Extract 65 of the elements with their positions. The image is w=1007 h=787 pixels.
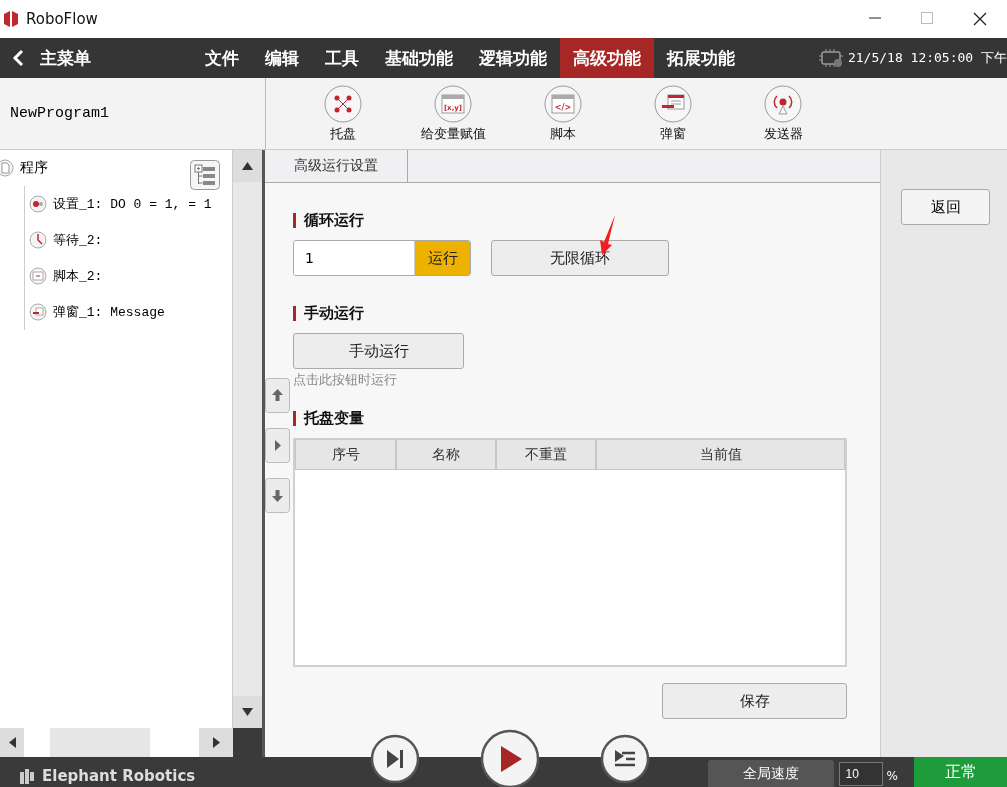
save-button[interactable]: 保存: [662, 683, 847, 719]
step-forward-icon[interactable]: [370, 734, 420, 784]
menu-tab[interactable]: 拓展功能: [654, 38, 748, 78]
tool-label[interactable]: 弹窗: [660, 124, 686, 143]
play-icon[interactable]: [480, 729, 540, 787]
menu-tab[interactable]: 高级功能: [560, 38, 654, 78]
scroll-up-icon[interactable]: [233, 150, 262, 182]
loop-count-field[interactable]: 1 运行: [293, 240, 471, 276]
column-header: 名称: [396, 438, 496, 470]
chip-icon: [817, 48, 844, 68]
scroll-right-icon[interactable]: [199, 728, 233, 757]
move-down-icon[interactable]: [265, 478, 290, 513]
section-heading: 托盘变量: [293, 411, 847, 426]
set-node-icon: [29, 195, 47, 213]
global-speed-button[interactable]: 全局速度: [707, 760, 834, 787]
sender-tool-icon[interactable]: [764, 84, 802, 123]
script-node-icon: [29, 267, 47, 285]
tree-node[interactable]: 弹窗_1: Message: [53, 303, 165, 321]
hint-text: 点击此按钮时运行: [293, 371, 398, 389]
menu-tab[interactable]: 逻辑功能: [466, 38, 560, 78]
scroll-down-icon[interactable]: [233, 696, 262, 728]
wait-node-icon: [29, 231, 47, 249]
script-tool-icon[interactable]: </>: [544, 84, 582, 123]
expand-tree-icon[interactable]: [190, 160, 220, 190]
tool-label[interactable]: 托盘: [330, 124, 356, 143]
tool-label[interactable]: 发送器: [763, 124, 803, 143]
menu-tab[interactable]: 文件: [192, 38, 252, 78]
tree-node[interactable]: 设置_1: DO 0 = 1, = 1: [53, 195, 212, 213]
column-header: 序号: [295, 438, 396, 470]
tool-label[interactable]: 给变量赋值: [420, 124, 486, 143]
menu-tab[interactable]: 工具: [312, 38, 372, 78]
column-header: 当前值: [596, 438, 845, 470]
close-icon[interactable]: [973, 12, 987, 26]
program-name: NewProgram1: [0, 78, 266, 149]
column-header: 不重置: [496, 438, 596, 470]
step-into-icon[interactable]: [600, 734, 650, 784]
section-heading: 手动运行: [293, 306, 847, 321]
menu-tab[interactable]: 基础功能: [372, 38, 466, 78]
pallet-tool-icon[interactable]: [324, 84, 362, 123]
popup-tool-icon[interactable]: [654, 84, 692, 123]
tree-node[interactable]: 等待_2:: [53, 231, 103, 249]
popup-node-icon: [29, 303, 47, 321]
back-icon[interactable]: [12, 49, 24, 67]
speed-field[interactable]: 10: [838, 762, 883, 786]
status-indicator: 正常: [914, 757, 1007, 787]
main-menu-label: 主菜单: [40, 46, 91, 70]
tool-label[interactable]: 脚本: [550, 124, 576, 143]
brand-name: Elephant Robotics: [42, 767, 196, 785]
datetime-text: 21/5/18 12:05:00 下午: [847, 49, 1007, 67]
scrollbar-thumb[interactable]: [50, 728, 150, 757]
tree-node[interactable]: 程序: [0, 150, 232, 186]
window-title: RoboFlow: [26, 10, 99, 28]
scroll-left-icon[interactable]: [0, 728, 24, 757]
move-up-icon[interactable]: [265, 378, 290, 413]
play-step-icon[interactable]: [265, 428, 290, 463]
logo-icon: [2, 10, 20, 28]
manual-run-button[interactable]: 手动运行: [293, 333, 464, 369]
percent-unit: %: [886, 769, 898, 783]
run-button[interactable]: 运行: [414, 241, 470, 275]
tree-node[interactable]: 脚本_2:: [53, 267, 103, 285]
infinite-loop-button[interactable]: 无限循环: [491, 240, 669, 276]
elephant-logo-icon: [18, 768, 36, 784]
menu-tab[interactable]: 编辑: [252, 38, 312, 78]
back-button[interactable]: 返回: [901, 189, 990, 225]
tree-label: 程序: [20, 159, 48, 177]
